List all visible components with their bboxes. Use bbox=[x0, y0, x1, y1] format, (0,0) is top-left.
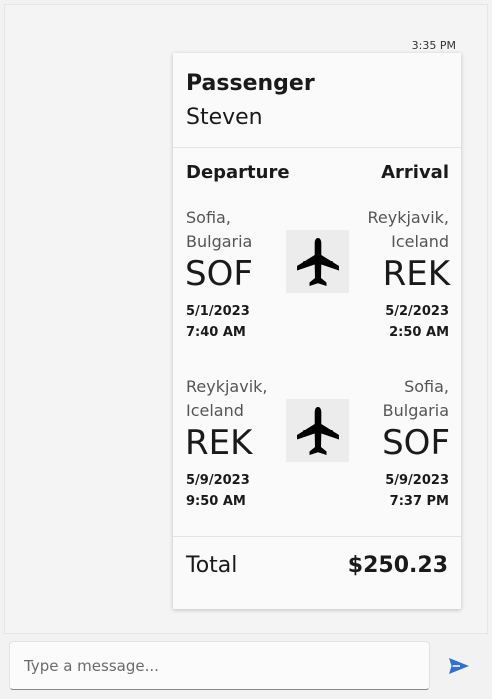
departure-code: REK bbox=[185, 423, 253, 463]
chat-transcript[interactable]: 3:35 PM Passenger Steven Departure Arriv… bbox=[4, 4, 488, 634]
passenger-name: Steven bbox=[186, 105, 263, 130]
arrival-date: 5/2/2023 bbox=[385, 304, 449, 319]
send-button[interactable] bbox=[444, 652, 474, 680]
message-timestamp: 3:35 PM bbox=[411, 39, 456, 52]
departure-datetime: 5/9/2023 9:50 AM bbox=[186, 470, 250, 512]
arrival-country: Bulgaria bbox=[382, 401, 449, 420]
flight-itinerary-card: Passenger Steven Departure Arrival Sofia… bbox=[173, 53, 461, 609]
total-label: Total bbox=[186, 553, 238, 578]
arrival-time: 2:50 AM bbox=[389, 325, 449, 340]
arrival-code: REK bbox=[382, 254, 450, 294]
passenger-label: Passenger bbox=[186, 71, 315, 96]
arrival-code: SOF bbox=[382, 423, 450, 463]
departure-city: Reykjavik, bbox=[186, 377, 268, 396]
arrival-location: Sofia, Bulgaria bbox=[383, 375, 449, 423]
arrival-date: 5/9/2023 bbox=[385, 473, 449, 488]
arrival-time: 7:37 PM bbox=[389, 494, 449, 509]
arrival-city: Reykjavik, bbox=[367, 208, 450, 227]
departure-country: Iceland bbox=[186, 401, 244, 420]
departure-header: Departure bbox=[186, 162, 290, 183]
airplane-icon bbox=[286, 399, 349, 462]
arrival-city: Sofia, bbox=[404, 377, 449, 396]
departure-date: 5/9/2023 bbox=[186, 473, 250, 488]
send-icon bbox=[449, 658, 469, 674]
departure-location: Sofia, Bulgaria bbox=[186, 206, 252, 254]
message-input[interactable] bbox=[24, 656, 415, 675]
flight-leg: Reykjavik, Iceland Sofia, Bulgaria REK S… bbox=[173, 375, 461, 515]
arrival-datetime: 5/9/2023 7:37 PM bbox=[385, 470, 449, 512]
total-value: $250.23 bbox=[347, 553, 448, 578]
arrival-datetime: 5/2/2023 2:50 AM bbox=[385, 301, 449, 343]
airplane-icon bbox=[286, 230, 349, 293]
message-composer bbox=[9, 641, 430, 690]
departure-code: SOF bbox=[185, 254, 253, 294]
header-divider bbox=[173, 147, 461, 148]
departure-time: 7:40 AM bbox=[186, 325, 246, 340]
departure-time: 9:50 AM bbox=[186, 494, 246, 509]
arrival-country: Iceland bbox=[391, 232, 449, 251]
total-divider bbox=[173, 536, 461, 537]
departure-city: Sofia, bbox=[186, 208, 231, 227]
departure-date: 5/1/2023 bbox=[186, 304, 250, 319]
arrival-header: Arrival bbox=[381, 162, 449, 183]
arrival-location: Reykjavik, Iceland bbox=[368, 206, 450, 254]
departure-location: Reykjavik, Iceland bbox=[186, 375, 268, 423]
departure-datetime: 5/1/2023 7:40 AM bbox=[186, 301, 250, 343]
departure-country: Bulgaria bbox=[186, 232, 253, 251]
flight-leg: Sofia, Bulgaria Reykjavik, Iceland SOF R… bbox=[173, 206, 461, 346]
